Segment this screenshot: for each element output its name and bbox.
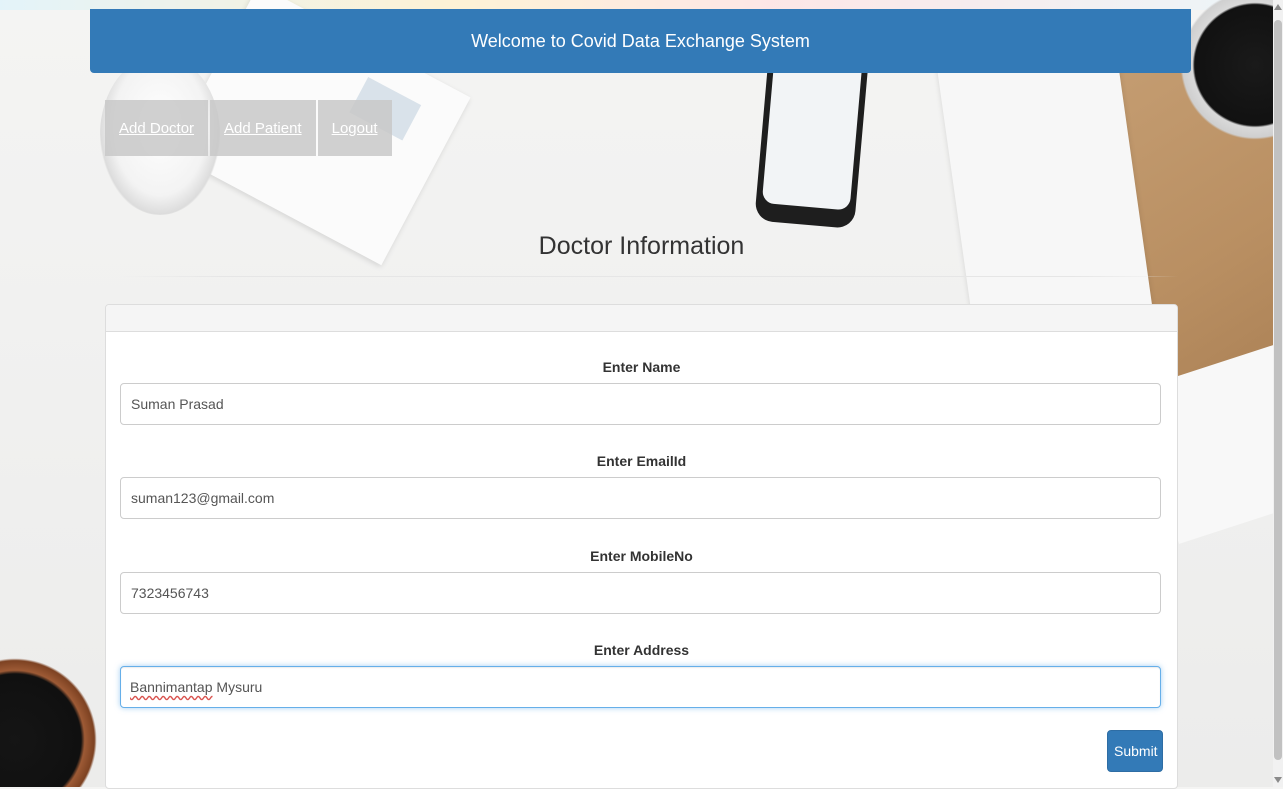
nav-logout[interactable]: Logout (317, 100, 392, 156)
background-coffee-mug-left (0, 655, 100, 787)
scroll-down-arrow-icon[interactable] (1274, 777, 1282, 783)
doctor-form-panel: Enter Name Enter EmailId Enter MobileNo … (105, 304, 1178, 789)
name-input[interactable] (120, 383, 1161, 425)
submit-button[interactable]: Submit (1107, 730, 1163, 772)
scroll-up-arrow-icon[interactable] (1274, 4, 1282, 10)
address-input[interactable] (120, 666, 1161, 708)
mobile-input[interactable] (120, 572, 1161, 614)
nav-add-doctor[interactable]: Add Doctor (105, 100, 209, 156)
mobile-label: Enter MobileNo (590, 548, 693, 564)
title-divider (118, 276, 1178, 277)
nav-add-patient[interactable]: Add Patient (210, 100, 316, 156)
email-input[interactable] (120, 477, 1161, 519)
page-title: Doctor Information (538, 232, 745, 260)
name-label: Enter Name (602, 359, 681, 375)
panel-heading (106, 305, 1177, 332)
address-label: Enter Address (593, 642, 690, 658)
top-nav: Add Doctor Add Patient Logout (105, 100, 392, 156)
header-title: Welcome to Covid Data Exchange System (471, 30, 810, 51)
scrollbar-thumb[interactable] (1274, 20, 1282, 760)
app-header: Welcome to Covid Data Exchange System (90, 9, 1191, 73)
page-scrollbar[interactable] (1273, 0, 1283, 787)
email-label: Enter EmailId (596, 453, 687, 469)
